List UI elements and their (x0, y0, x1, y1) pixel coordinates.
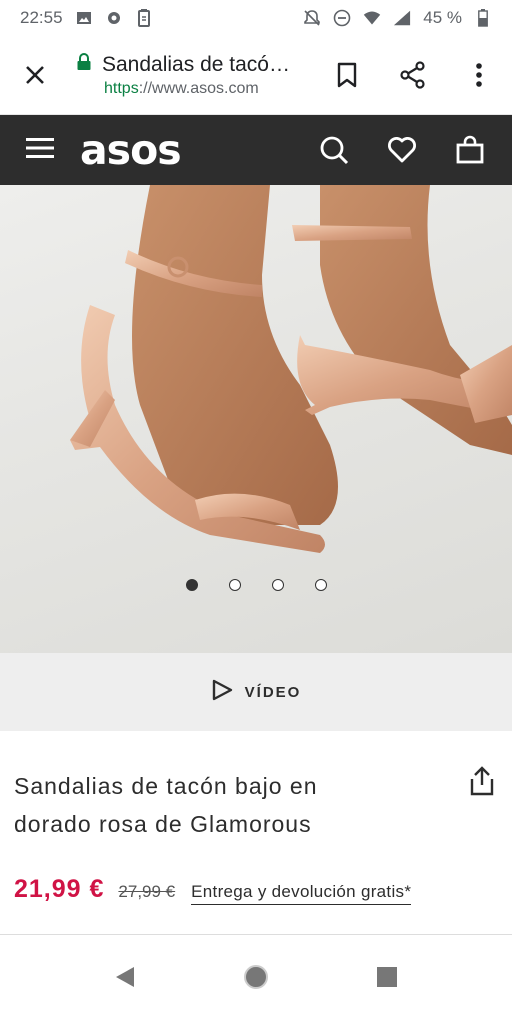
more-icon[interactable] (446, 50, 512, 100)
carousel-dot[interactable] (271, 579, 284, 591)
product-info: Sandalias de tacón bajo en dorado rosa d… (0, 731, 512, 905)
clock: 22:55 (20, 8, 63, 27)
battery-saver-icon (135, 9, 153, 27)
url-host: ://www.asos.com (138, 79, 259, 97)
image-icon (75, 9, 93, 27)
recents-icon[interactable] (376, 966, 398, 993)
close-icon[interactable] (20, 60, 50, 90)
dnd-icon (333, 9, 351, 27)
bookmark-icon[interactable] (314, 50, 380, 100)
share-product-icon[interactable] (468, 765, 496, 797)
status-bar: 22:55 45 % (0, 0, 512, 36)
video-label: VÍDEO (244, 683, 302, 701)
search-icon[interactable] (316, 132, 352, 168)
cast-icon (105, 9, 123, 27)
menu-icon[interactable] (26, 137, 54, 164)
carousel-dot[interactable] (185, 579, 198, 591)
free-delivery-link[interactable]: Entrega y devolución gratis* (191, 882, 412, 905)
asos-logo[interactable]: asos (80, 129, 182, 171)
current-price: 21,99 € (14, 875, 105, 903)
url-box[interactable]: Sandalias de tacó… https://www.asos.com (76, 53, 314, 98)
share-icon[interactable] (380, 50, 446, 100)
carousel-dots (0, 579, 512, 591)
heart-icon[interactable] (384, 132, 420, 168)
signal-icon (393, 9, 411, 27)
home-icon[interactable] (243, 964, 269, 995)
battery-icon (474, 9, 492, 27)
price-row: 21,99 € 27,99 € Entrega y devolución gra… (14, 875, 498, 905)
lock-icon (76, 53, 92, 76)
product-image[interactable] (0, 185, 512, 653)
wifi-icon (363, 9, 381, 27)
battery-percent: 45 % (423, 8, 462, 27)
site-header: asos (0, 115, 512, 185)
url-scheme: https (104, 79, 139, 97)
video-button[interactable]: VÍDEO (0, 653, 512, 731)
play-icon (211, 679, 233, 705)
browser-toolbar: Sandalias de tacó… https://www.asos.com (0, 36, 512, 115)
bag-icon[interactable] (452, 132, 488, 168)
page-title: Sandalias de tacó… (102, 52, 290, 76)
mute-icon (303, 9, 321, 27)
back-icon[interactable] (114, 965, 136, 994)
page-url: https://www.asos.com (104, 80, 314, 98)
original-price: 27,99 € (118, 882, 176, 901)
carousel-dot[interactable] (228, 579, 241, 591)
carousel-dot[interactable] (314, 579, 327, 591)
system-nav-bar (0, 935, 512, 1024)
product-name: Sandalias de tacón bajo en dorado rosa d… (14, 773, 318, 837)
